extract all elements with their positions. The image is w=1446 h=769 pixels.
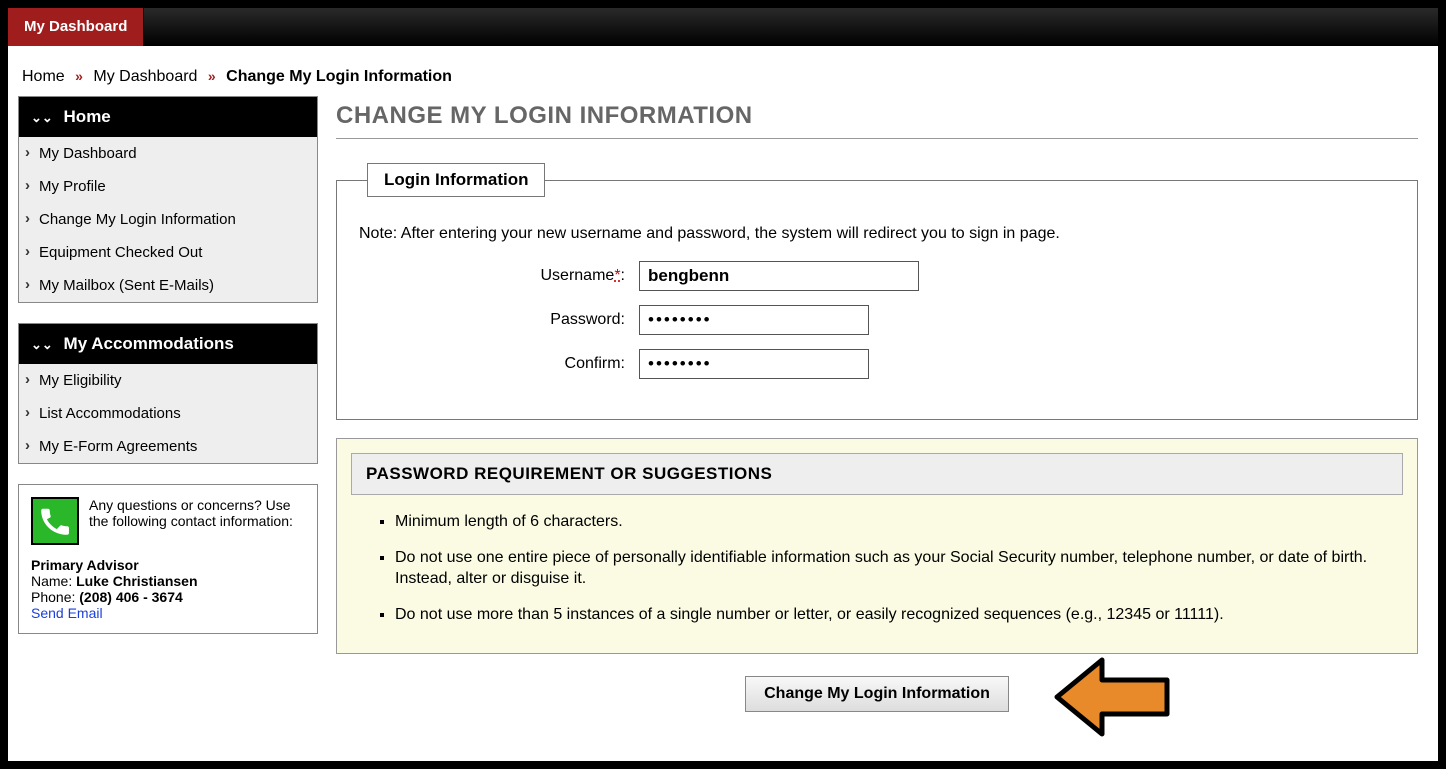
username-input[interactable]	[639, 261, 919, 291]
nav-section-accommodations: ⌄⌄ My Accommodations My Eligibility List…	[18, 323, 318, 464]
login-note: Note: After entering your new username a…	[359, 225, 1395, 243]
nav-header-accommodations[interactable]: ⌄⌄ My Accommodations	[19, 324, 317, 364]
password-label: Password:	[359, 311, 639, 329]
advisor-name-row: Name: Luke Christiansen	[31, 573, 305, 589]
send-email-link[interactable]: Send Email	[31, 605, 103, 621]
main-content: CHANGE MY LOGIN INFORMATION Login Inform…	[336, 96, 1428, 712]
advisor-phone-label: Phone:	[31, 589, 75, 605]
login-info-legend: Login Information	[367, 163, 545, 197]
contact-intro: Any questions or concerns? Use the follo…	[89, 497, 305, 545]
sidebar-item-list-accommodations[interactable]: List Accommodations	[19, 397, 317, 430]
pw-req-item: Do not use one entire piece of personall…	[395, 547, 1403, 590]
page-title: CHANGE MY LOGIN INFORMATION	[336, 96, 1418, 139]
sidebar-item-my-profile[interactable]: My Profile	[19, 170, 317, 203]
double-chevron-down-icon: ⌄⌄	[31, 110, 53, 126]
sidebar-item-equipment[interactable]: Equipment Checked Out	[19, 236, 317, 269]
nav-section-home: ⌄⌄ Home My Dashboard My Profile Change M…	[18, 96, 318, 303]
breadcrumb: Home » My Dashboard » Change My Login In…	[18, 56, 1428, 96]
sidebar-item-eligibility[interactable]: My Eligibility	[19, 364, 317, 397]
nav-header-accommodations-label: My Accommodations	[64, 334, 234, 353]
change-login-button[interactable]: Change My Login Information	[745, 676, 1009, 712]
sidebar-item-mailbox[interactable]: My Mailbox (Sent E-Mails)	[19, 269, 317, 302]
required-star-icon: *	[614, 267, 620, 284]
advisor-phone-value: (208) 406 - 3674	[79, 589, 183, 605]
breadcrumb-dashboard[interactable]: My Dashboard	[93, 68, 197, 85]
sidebar-item-eform-agreements[interactable]: My E-Form Agreements	[19, 430, 317, 463]
advisor-phone-row: Phone: (208) 406 - 3674	[31, 589, 305, 605]
double-chevron-down-icon: ⌄⌄	[31, 337, 53, 353]
nav-header-home-label: Home	[64, 107, 111, 126]
password-requirements-box: PASSWORD REQUIREMENT OR SUGGESTIONS Mini…	[336, 438, 1418, 654]
chevron-right-icon: »	[69, 68, 89, 84]
confirm-label: Confirm:	[359, 355, 639, 373]
chevron-right-icon: »	[202, 68, 222, 84]
password-requirements-title: PASSWORD REQUIREMENT OR SUGGESTIONS	[351, 453, 1403, 495]
login-info-fieldset: Login Information Note: After entering y…	[336, 163, 1418, 420]
breadcrumb-current: Change My Login Information	[226, 68, 452, 85]
contact-box: Any questions or concerns? Use the follo…	[18, 484, 318, 634]
sidebar-item-change-login[interactable]: Change My Login Information	[19, 203, 317, 236]
password-input[interactable]	[639, 305, 869, 335]
breadcrumb-home[interactable]: Home	[22, 68, 65, 85]
pw-req-item: Minimum length of 6 characters.	[395, 511, 1403, 533]
tab-my-dashboard[interactable]: My Dashboard	[8, 8, 144, 46]
phone-icon	[31, 497, 79, 545]
sidebar: ⌄⌄ Home My Dashboard My Profile Change M…	[18, 96, 318, 712]
advisor-name-value: Luke Christiansen	[76, 573, 197, 589]
top-bar: My Dashboard	[8, 8, 1438, 46]
sidebar-item-my-dashboard[interactable]: My Dashboard	[19, 137, 317, 170]
advisor-name-label: Name:	[31, 573, 72, 589]
username-label: Username*:	[359, 267, 639, 285]
pointer-arrow-icon	[1047, 652, 1177, 742]
confirm-input[interactable]	[639, 349, 869, 379]
advisor-title: Primary Advisor	[31, 557, 305, 573]
pw-req-item: Do not use more than 5 instances of a si…	[395, 604, 1403, 626]
nav-header-home[interactable]: ⌄⌄ Home	[19, 97, 317, 137]
